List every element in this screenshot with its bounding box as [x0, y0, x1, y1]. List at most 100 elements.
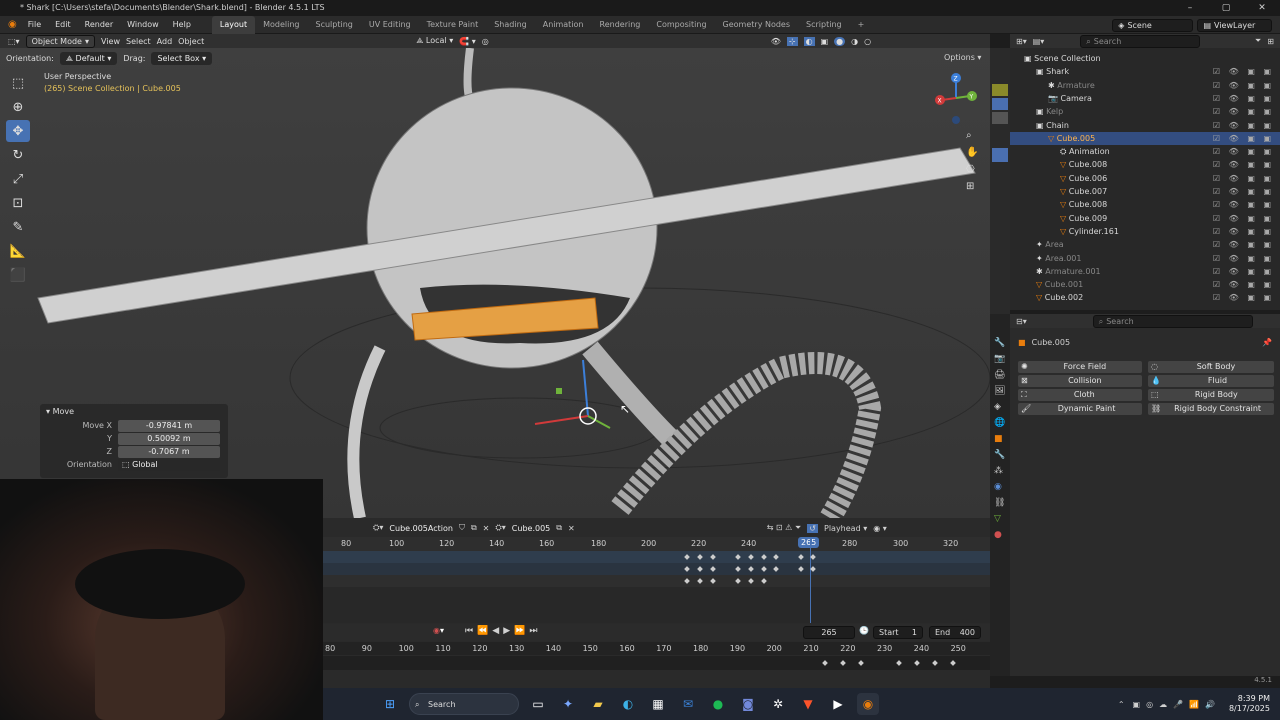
zoom-icon[interactable]: ⌕ — [966, 130, 978, 141]
minimize-button[interactable]: – — [1172, 0, 1208, 16]
brave-icon[interactable]: ▼ — [797, 693, 819, 715]
keyframe[interactable] — [896, 660, 902, 666]
shading-rendered-icon[interactable]: ○ — [864, 37, 871, 46]
move-tool-icon[interactable]: ✥ — [6, 120, 30, 142]
add-cube-icon[interactable]: ⬛ — [6, 264, 30, 286]
visibility-toggle-icon[interactable]: ☑ 👁 ▣ ▣ — [1213, 145, 1274, 158]
outliner-row[interactable]: ✦ Area.001 ☑ 👁 ▣ ▣ — [1010, 252, 1280, 265]
select-menu[interactable]: Select — [126, 37, 151, 46]
file-explorer-icon[interactable]: ▰ — [587, 693, 609, 715]
start-frame-field[interactable]: Start 1 — [873, 626, 923, 639]
outlook-icon[interactable]: ✉ — [677, 693, 699, 715]
view-layer-field[interactable]: ▤ ViewLayer — [1197, 18, 1272, 32]
keyframe[interactable] — [858, 660, 864, 666]
visibility-toggle-icon[interactable]: ☑ 👁 ▣ ▣ — [1213, 252, 1274, 265]
drag-dropdown[interactable]: Select Box ▾ — [151, 51, 213, 65]
timeline-keyframe-row[interactable] — [323, 656, 990, 670]
outliner[interactable]: ⊞▾ ▤▾ ⌕ Search ⏷ ⊞ ▣ Scene Collection ▣ Sh… — [1010, 34, 1280, 310]
tab-shading[interactable]: Shading — [486, 16, 535, 34]
rigid-body-button[interactable]: ⬚ Rigid Body — [1148, 389, 1274, 401]
close-button[interactable]: ✕ — [1244, 0, 1280, 16]
menu-window[interactable]: Window — [120, 16, 166, 34]
outliner-row[interactable]: ▽ Cube.002 ☑ 👁 ▣ ▣ — [1010, 291, 1280, 304]
panel-header[interactable]: ▾ Move — [46, 407, 222, 419]
tool-tab-icon[interactable]: 🔧 — [994, 338, 1006, 348]
visibility-toggle-icon[interactable]: ☑ 👁 ▣ ▣ — [1213, 119, 1274, 132]
visibility-toggle-icon[interactable]: ☑ 👁 ▣ ▣ — [1213, 158, 1274, 171]
visibility-toggle-icon[interactable]: ☑ 👁 ▣ ▣ — [1213, 225, 1274, 238]
render-tab-icon[interactable]: 📷 — [994, 354, 1006, 364]
visibility-toggle-icon[interactable]: ☑ 👁 ▣ ▣ — [1213, 291, 1274, 304]
visibility-toggle-icon[interactable]: ☑ 👁 ▣ ▣ — [1213, 238, 1274, 251]
visibility-toggle-icon[interactable]: ☑ 👁 ▣ ▣ — [1213, 92, 1274, 105]
keyframe[interactable] — [840, 660, 846, 666]
constraints-tab-icon[interactable]: ⛓ — [994, 498, 1006, 508]
tab-texture-paint[interactable]: Texture Paint — [419, 16, 487, 34]
transport-controls[interactable]: ⏮⏪◀▶⏩⏭ — [465, 626, 541, 636]
transform-tool-icon[interactable]: ⊡ — [6, 192, 30, 214]
menu-file[interactable]: File — [21, 16, 48, 34]
action-name[interactable]: Cube.005Action — [389, 524, 453, 533]
outliner-row[interactable]: ▽ Cube.005 ☑ 👁 ▣ ▣ — [1010, 131, 1280, 145]
fluid-button[interactable]: 💧 Fluid — [1148, 375, 1274, 387]
outliner-row[interactable]: ▽ Cube.001 ☑ 👁 ▣ ▣ — [1010, 278, 1280, 291]
new-collection-icon[interactable]: ⊞ — [1267, 37, 1280, 46]
visibility-toggle-icon[interactable]: ☑ 👁 ▣ ▣ — [1213, 172, 1274, 185]
outliner-row[interactable]: ▣ Chain ☑ 👁 ▣ ▣ — [1010, 119, 1280, 132]
xray-icon[interactable]: ▣ — [821, 37, 829, 46]
outliner-row[interactable]: ⛭ Animation ☑ 👁 ▣ ▣ — [1010, 145, 1280, 158]
visibility-toggle-icon[interactable]: ☑ 👁 ▣ ▣ — [1213, 105, 1274, 118]
properties-search[interactable]: ⌕ Search — [1092, 314, 1253, 328]
visibility-toggle-icon[interactable]: ☑ 👁 ▣ ▣ — [1213, 65, 1274, 78]
keyframe-channels[interactable] — [323, 537, 990, 623]
slot-unlink-icon[interactable]: ✕ — [568, 524, 575, 533]
spotify-icon[interactable]: ● — [707, 693, 729, 715]
tray-chevron-icon[interactable]: ⌃ — [1118, 700, 1125, 709]
tab-view[interactable] — [992, 112, 1008, 124]
outliner-editor-icon[interactable]: ⊞▾ — [1016, 37, 1027, 46]
editor-type-icon[interactable]: ⬚▾ — [8, 37, 20, 46]
tab-geometry-nodes[interactable]: Geometry Nodes — [715, 16, 798, 34]
store-icon[interactable]: ▦ — [647, 693, 669, 715]
collision-button[interactable]: ⊠ Collision — [1018, 375, 1142, 387]
chatgpt-icon[interactable]: ✲ — [767, 693, 789, 715]
outliner-row[interactable]: ✱ Armature.001 ☑ 👁 ▣ ▣ — [1010, 265, 1280, 278]
modifier-tab-icon[interactable]: 🔧 — [994, 450, 1006, 460]
tab-animation[interactable]: Animation — [535, 16, 592, 34]
outliner-row[interactable]: ▽ Cube.006 ☑ 👁 ▣ ▣ — [1010, 172, 1280, 185]
pin-icon[interactable]: 📌 — [1262, 338, 1272, 347]
visibility-toggle-icon[interactable]: ☑ 👁 ▣ ▣ — [1213, 198, 1274, 211]
menu-render[interactable]: Render — [78, 16, 120, 34]
soft-body-button[interactable]: ◌ Soft Body — [1148, 361, 1274, 373]
add-workspace-icon[interactable]: + — [850, 16, 873, 34]
data-tab-icon[interactable]: ▽ — [994, 514, 1006, 524]
keyframe[interactable] — [914, 660, 920, 666]
proportional-icon[interactable]: ◉ ▾ — [873, 524, 887, 533]
tab-animation[interactable] — [992, 148, 1008, 162]
particles-tab-icon[interactable]: ⁂ — [994, 466, 1006, 476]
proportional-edit-icon[interactable]: ◎ — [482, 37, 489, 46]
physics-tab-icon[interactable]: ◉ — [994, 482, 1006, 492]
blender-taskbar-icon[interactable]: ◉ — [857, 693, 879, 715]
current-frame-field[interactable]: 265 — [803, 626, 855, 639]
tab-layout[interactable]: Layout — [211, 15, 256, 34]
world-tab-icon[interactable]: 🌐 — [994, 418, 1006, 428]
menu-help[interactable]: Help — [166, 16, 198, 34]
blender-logo-icon[interactable]: ◉ — [8, 19, 21, 30]
tab-rendering[interactable]: Rendering — [592, 16, 649, 34]
windows-start-icon[interactable]: ⊞ — [379, 693, 401, 715]
outliner-row[interactable]: ▣ Kelp ☑ 👁 ▣ ▣ — [1010, 105, 1280, 118]
cloth-button[interactable]: ⛶ Cloth — [1018, 389, 1142, 401]
move-z-field[interactable]: -0.7067 m — [118, 445, 220, 458]
tab-sculpting[interactable]: Sculpting — [308, 16, 361, 34]
timeline-ruler[interactable]: 80 90 100 110 120 130 140 150 160 170 180 190 200 210… — [323, 642, 990, 655]
taskbar-clock[interactable]: 8:39 PM 8/17/2025 — [1229, 694, 1280, 714]
object-menu[interactable]: Object — [178, 37, 204, 46]
tray-icons[interactable]: ▣◎☁🎤📶🔊 — [1133, 700, 1221, 709]
outliner-row[interactable]: ✱ Armature ☑ 👁 ▣ ▣ — [1010, 79, 1280, 92]
scene-field[interactable]: ◈ Scene — [1112, 18, 1194, 32]
task-view-icon[interactable]: ▭ — [527, 693, 549, 715]
visibility-toggle-icon[interactable]: ☑ 👁 ▣ ▣ — [1213, 79, 1274, 92]
camera-view-icon[interactable]: ⎔ — [966, 164, 978, 175]
shading-solid-icon[interactable]: ● — [834, 36, 846, 46]
